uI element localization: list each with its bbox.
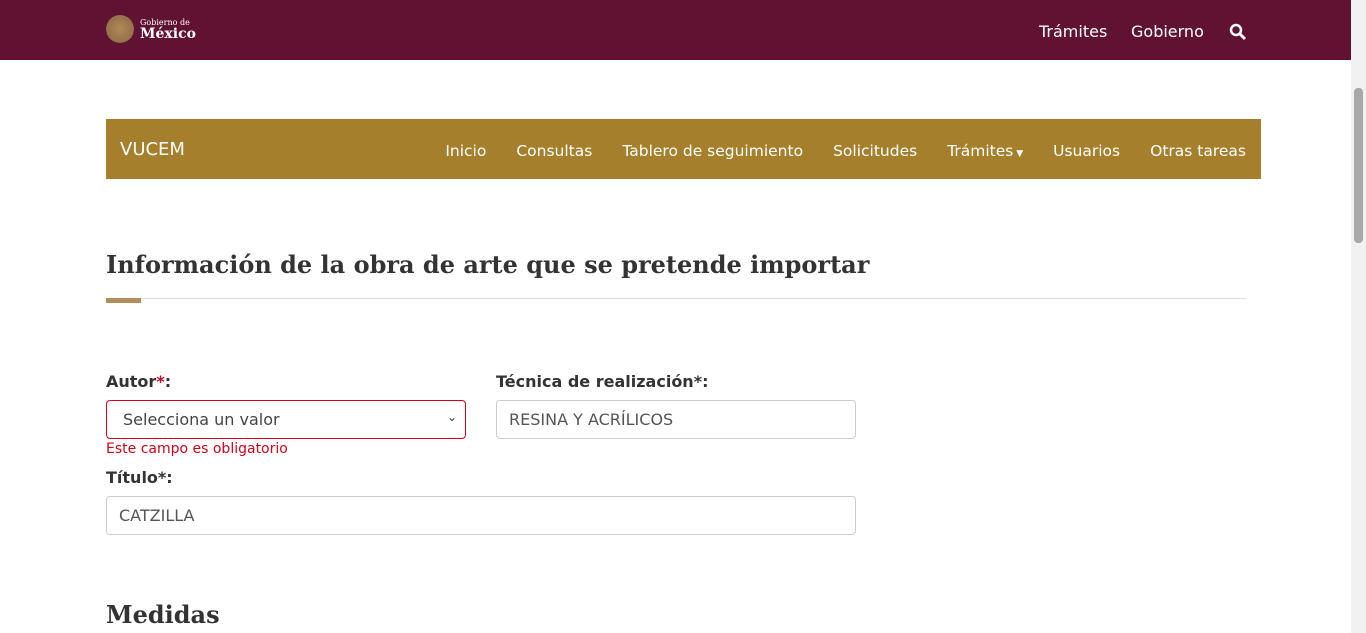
seal-icon: [106, 15, 134, 43]
titulo-input[interactable]: CATZILLA: [106, 496, 856, 535]
autor-select[interactable]: Selecciona un valor ⌄: [106, 400, 466, 439]
medidas-title: Medidas: [106, 600, 220, 629]
scrollbar-thumb[interactable]: [1354, 88, 1363, 243]
autor-select-value: Selecciona un valor: [123, 410, 280, 429]
menu-consultas[interactable]: Consultas: [516, 142, 592, 160]
scrollbar[interactable]: [1351, 0, 1366, 633]
nav-tramites[interactable]: Trámites: [1039, 22, 1107, 41]
divider: [106, 298, 1246, 299]
nav-gobierno[interactable]: Gobierno: [1131, 22, 1204, 41]
logo-line2: México: [140, 25, 196, 42]
menu-tramites-label: Trámites: [947, 142, 1014, 160]
autor-label-text: Autor: [106, 372, 157, 391]
section-title: Información de la obra de arte que se pr…: [106, 250, 870, 279]
vucem-navbar: VUCEM Inicio Consultas Tablero de seguim…: [106, 119, 1261, 179]
gobierno-logo[interactable]: Gobierno de México: [106, 15, 196, 43]
search-icon[interactable]: [1229, 23, 1247, 41]
autor-error: Este campo es obligatorio: [106, 441, 288, 457]
titulo-label: Título*:: [106, 468, 173, 487]
caret-down-icon: ▼: [1013, 149, 1024, 159]
required-mark: *: [156, 372, 165, 391]
menu-solicitudes[interactable]: Solicitudes: [833, 142, 917, 160]
autor-label: Autor*:: [106, 372, 172, 391]
menu-otras-tareas[interactable]: Otras tareas: [1150, 142, 1246, 160]
menu-tablero[interactable]: Tablero de seguimiento: [622, 142, 803, 160]
brand[interactable]: VUCEM: [120, 139, 185, 160]
top-header: Gobierno de México Trámites Gobierno: [0, 0, 1351, 60]
chevron-down-icon: ⌄: [446, 410, 457, 424]
tecnica-label: Técnica de realización*:: [496, 372, 709, 391]
menu-tramites[interactable]: Trámites ▼: [947, 142, 1023, 160]
menu-inicio[interactable]: Inicio: [445, 142, 486, 160]
divider-accent: [106, 298, 141, 303]
menu-usuarios[interactable]: Usuarios: [1053, 142, 1120, 160]
tecnica-input[interactable]: RESINA Y ACRÍLICOS: [496, 400, 856, 439]
